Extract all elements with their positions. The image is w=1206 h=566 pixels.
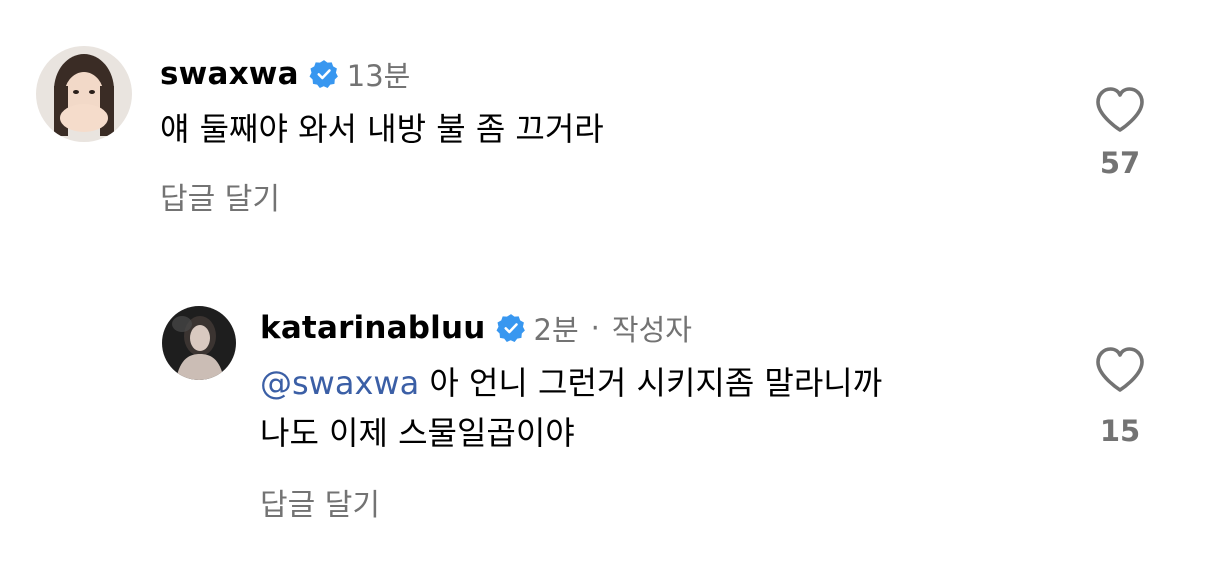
heart-outline-icon	[1096, 347, 1144, 392]
comment-time: 2분	[533, 313, 579, 347]
avatar-image	[162, 306, 236, 380]
comment-text-line1: 아 언니 그런거 시키지좀 말라니까	[429, 364, 883, 402]
verified-badge-icon	[496, 313, 526, 343]
username[interactable]: swaxwa	[160, 56, 299, 92]
heart-outline-icon	[1096, 87, 1144, 132]
comment-text: 얘 둘째야 와서 내방 불 좀 끄거라	[160, 110, 604, 148]
comment-time: 13분	[346, 59, 411, 93]
mention-link[interactable]: @swaxwa	[260, 364, 419, 402]
reply-button[interactable]: 답글 달기	[260, 480, 380, 524]
like-count: 15	[1099, 414, 1141, 448]
comment: swaxwa 13분 얘 둘째야 와서 내방 불 좀 끄거라 답글 달기 57	[36, 46, 1196, 217]
avatar[interactable]	[162, 306, 236, 380]
meta-separator: ·	[590, 311, 600, 345]
like-button[interactable]: 15	[1090, 346, 1150, 448]
comment-text-line2: 나도 이제 스물일곱이야	[260, 414, 575, 452]
like-count: 57	[1099, 146, 1141, 180]
username[interactable]: katarinabluu	[260, 310, 486, 346]
avatar-image	[36, 46, 132, 142]
verified-badge-icon	[309, 59, 339, 89]
comment-text: @swaxwa 아 언니 그런거 시키지좀 말라니까 나도 이제 스물일곱이야	[260, 358, 1030, 458]
author-tag: 작성자	[611, 313, 692, 347]
like-button[interactable]: 57	[1090, 86, 1150, 180]
avatar[interactable]	[36, 46, 132, 142]
reply-comment: katarinabluu 2분 · 작성자 @swaxwa 아 언니 그런거 시…	[162, 306, 1196, 523]
reply-button[interactable]: 답글 달기	[160, 174, 280, 218]
